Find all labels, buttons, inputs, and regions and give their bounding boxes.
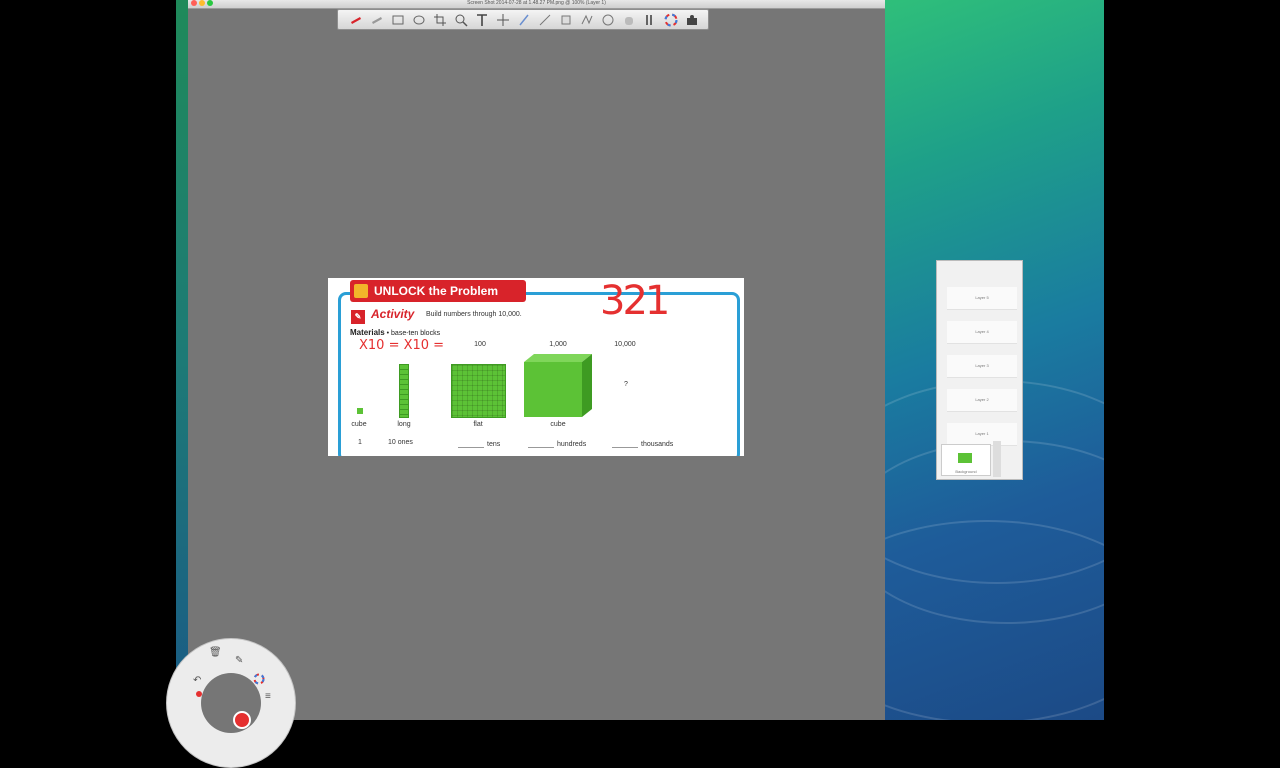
- label-100: 100: [474, 341, 486, 348]
- hand-icon[interactable]: [621, 12, 637, 28]
- color-wheel-icon[interactable]: [253, 673, 265, 688]
- drawing-toolbar: [337, 9, 709, 30]
- flat-block: [451, 364, 506, 418]
- label-1000: 1,000: [549, 341, 567, 348]
- handwritten-expression: X10 = X10 =: [359, 338, 445, 353]
- move-icon[interactable]: [495, 12, 511, 28]
- red-marker-selected-icon[interactable]: [233, 711, 251, 729]
- count-ones: 10 ones: [388, 439, 413, 446]
- radial-menu-center: [201, 673, 261, 733]
- color-wheel-icon[interactable]: [663, 12, 679, 28]
- count-tens: tens: [458, 439, 500, 448]
- count-thousands: thousands: [612, 439, 673, 448]
- layers-icon[interactable]: ≡: [265, 691, 271, 702]
- crop-icon[interactable]: [432, 12, 448, 28]
- radial-tool-menu: 🗑 ✎ ≡ ↶: [166, 638, 296, 768]
- label-flat: flat: [473, 421, 483, 428]
- red-marker-icon[interactable]: [348, 12, 364, 28]
- current-color-indicator: [196, 691, 202, 697]
- label-10000: 10,000: [614, 341, 636, 348]
- layer-row[interactable]: Layer 1: [947, 423, 1017, 446]
- thousand-cube-block: [524, 354, 592, 417]
- label-long: long: [397, 421, 411, 428]
- document-image: UNLOCK the Problem ✎ Activity Build numb…: [328, 278, 744, 456]
- ellipse-icon[interactable]: [411, 12, 427, 28]
- activity-badge: ✎: [351, 310, 365, 324]
- materials-text: • base-ten blocks: [386, 330, 441, 337]
- pen-icon[interactable]: [516, 12, 532, 28]
- layer-row[interactable]: Layer 4: [947, 321, 1017, 344]
- layer-row[interactable]: Layer 5: [947, 287, 1017, 310]
- layers-scrollbar[interactable]: [993, 441, 1001, 477]
- activity-description: Build numbers through 10,000.: [426, 311, 522, 318]
- label-cube: cube: [351, 421, 367, 428]
- long-block: [399, 364, 409, 418]
- layer-thumbnail[interactable]: Background: [941, 444, 991, 476]
- key-icon: [354, 284, 368, 298]
- brush-icon[interactable]: ✎: [235, 655, 243, 666]
- thumbnail-label: Background: [955, 469, 977, 474]
- window-title: Screen Shot 2014-07-28 at 1.48.27 PM.png…: [467, 0, 606, 6]
- lasso-icon[interactable]: [579, 12, 595, 28]
- screen-border-right: [1104, 0, 1280, 720]
- layers-panel: Layer 5 Layer 4 Layer 3 Layer 2 Layer 1 …: [936, 260, 1023, 480]
- desktop-wallpaper-left: [176, 0, 188, 720]
- brush-icon[interactable]: [642, 12, 658, 28]
- stamp-icon[interactable]: [684, 12, 700, 28]
- highlighter-icon[interactable]: [369, 12, 385, 28]
- layer-row[interactable]: Layer 2: [947, 389, 1017, 412]
- materials-label: Materials: [350, 328, 385, 337]
- image-editor-window: Screen Shot 2014-07-28 at 1.48.27 PM.png…: [188, 0, 885, 720]
- unlock-banner: UNLOCK the Problem: [350, 280, 526, 302]
- undo-icon[interactable]: ↶: [193, 675, 201, 686]
- unit-cube-block: [357, 408, 363, 414]
- wave-shape: [885, 520, 1104, 720]
- label-cube-2: cube: [550, 421, 566, 428]
- layer-row[interactable]: Layer 3: [947, 355, 1017, 378]
- window-titlebar: Screen Shot 2014-07-28 at 1.48.27 PM.png…: [188, 0, 885, 9]
- zoom-icon[interactable]: [453, 12, 469, 28]
- text-icon[interactable]: [474, 12, 490, 28]
- count-hundreds: hundreds: [528, 439, 586, 448]
- select-icon[interactable]: [600, 12, 616, 28]
- materials-line: Materials • base-ten blocks: [350, 328, 440, 337]
- rectangle-icon[interactable]: [390, 12, 406, 28]
- shape-icon[interactable]: [558, 12, 574, 28]
- activity-title: Activity: [371, 307, 415, 321]
- line-icon[interactable]: [537, 12, 553, 28]
- count-one: 1: [358, 439, 362, 446]
- trash-icon[interactable]: 🗑: [209, 647, 222, 658]
- handwritten-number: 321: [600, 278, 670, 324]
- question-mark: ?: [624, 381, 628, 388]
- banner-text: UNLOCK the Problem: [374, 284, 499, 298]
